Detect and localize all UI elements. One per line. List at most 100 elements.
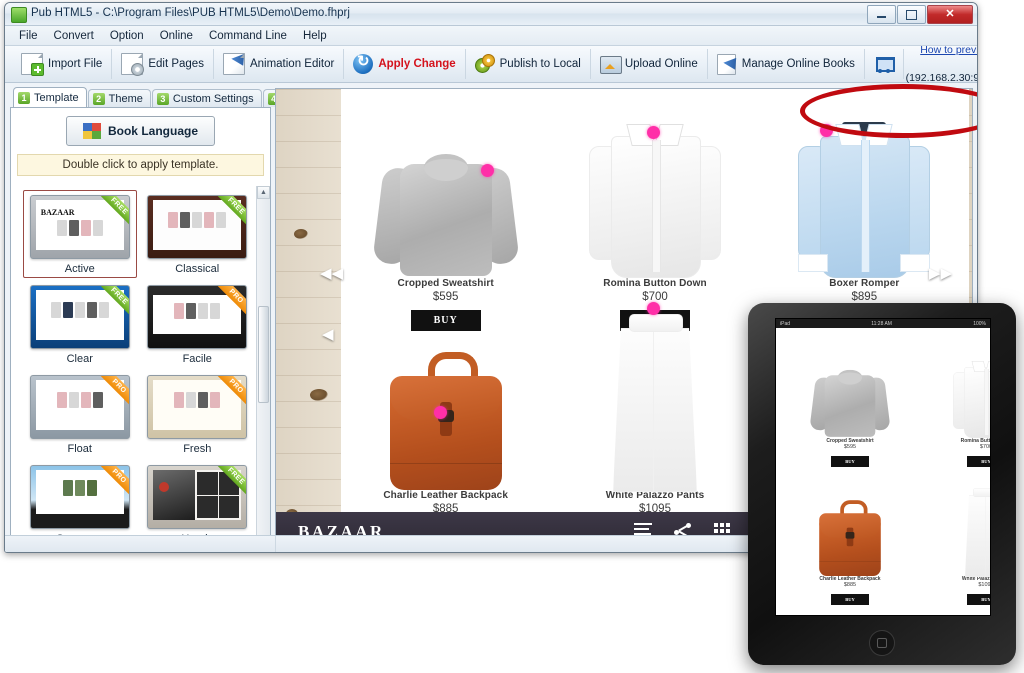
tab-template-label: Template (34, 91, 79, 104)
ipad-status-left: iPad (780, 320, 791, 327)
toolbar-right-group: How to preview in iPad (192.168.2.30:909… (904, 43, 977, 86)
template-item-facile[interactable]: PRO Facile (141, 280, 255, 368)
menu-bar: File Convert Option Online Command Line … (5, 26, 977, 46)
tab-theme[interactable]: 2 Theme (87, 89, 151, 107)
ipad-product-price: $595 (843, 444, 857, 450)
scrollbar-thumb[interactable] (258, 306, 269, 403)
shopping-cart-icon (874, 55, 895, 73)
product-card-romina-button-down[interactable]: Romina Button Down $700 BUY (550, 99, 759, 331)
close-button[interactable]: ✕ (927, 5, 973, 24)
ipad-status-bar: iPad 11:28 AM 100% (776, 319, 990, 328)
template-item-active[interactable]: BAZAAR FREE Active (23, 190, 137, 278)
ipad-device-mockup: iPad 11:28 AM 100% Cropped Sweatshirt $5… (748, 303, 1016, 665)
import-file-button[interactable]: Import File (12, 49, 113, 79)
hotspot-dot[interactable] (646, 126, 660, 139)
backpack-graphic (384, 350, 508, 490)
ipad-product-cropped-sweatshirt[interactable]: Cropped Sweatshirt $595 BUY (780, 334, 920, 472)
tab-template[interactable]: 1 Template (13, 87, 87, 107)
template-thumbnail: BAZAAR FREE (29, 195, 130, 259)
ipad-product-price: $885 (843, 582, 857, 588)
tab-template-number: 1 (18, 91, 30, 104)
ipad-home-button[interactable] (869, 630, 895, 656)
product-grid-row1: Cropped Sweatshirt $595 BUY Romina Butto… (341, 99, 969, 331)
ipad-product-price: $1095 (978, 582, 991, 588)
shirt-graphic (953, 359, 990, 438)
book-language-label: Book Language (107, 124, 198, 138)
next-page-button[interactable]: ▶▶ (929, 264, 952, 282)
animation-editor-icon (222, 53, 245, 75)
product-card-cropped-sweatshirt[interactable]: Cropped Sweatshirt $595 BUY (341, 99, 550, 331)
animation-editor-button[interactable]: Animation Editor (214, 49, 345, 79)
apply-change-icon (353, 52, 374, 74)
edit-pages-icon (121, 53, 145, 76)
menu-help[interactable]: Help (295, 28, 335, 44)
prev-page-arrow-small[interactable]: ◀ (322, 325, 334, 343)
flag-icon (82, 123, 101, 139)
template-name: Clear (66, 353, 93, 365)
edit-pages-label: Edit Pages (148, 58, 204, 70)
pants-graphic (607, 302, 703, 492)
template-thumbnail: FREE (147, 195, 248, 259)
maximize-button[interactable] (897, 5, 926, 24)
ipad-buy-button[interactable]: BUY (831, 594, 869, 605)
ipad-status-right: 100% (973, 320, 986, 327)
tab-custom-settings[interactable]: 3 Custom Settings (151, 89, 262, 107)
template-item-float[interactable]: PRO Float (23, 370, 137, 458)
ipad-product-image (920, 472, 990, 577)
ipad-product-white-palazzo-pants[interactable]: White Palazzo Pants $1095 BUY (920, 472, 991, 610)
product-card-charlie-leather-backpack[interactable]: Charlie Leather Backpack $885 BUY (341, 311, 550, 543)
ipad-product-grid: Cropped Sweatshirt $595 BUY Romina Butto… (776, 328, 990, 610)
window-controls: ✕ (867, 5, 973, 24)
product-card-boxer-romper[interactable]: Boxer Romper $895 BUY (760, 99, 969, 331)
product-image (760, 103, 969, 278)
scroll-up-icon[interactable]: ▲ (257, 186, 270, 199)
hotspot-dot[interactable] (480, 164, 494, 177)
ipad-product-romina-button-down[interactable]: Romina Button Down $700 BUY (920, 334, 990, 472)
shopping-cart-button[interactable] (865, 49, 904, 79)
publish-local-icon (474, 54, 495, 74)
menu-online[interactable]: Online (152, 28, 201, 44)
hotspot-dot[interactable] (433, 406, 447, 419)
template-item-classical[interactable]: FREE Classical (141, 190, 255, 278)
apply-change-button[interactable]: Apply Change (344, 49, 466, 79)
template-item-clear[interactable]: FREE Clear (23, 280, 137, 368)
hotspot-dot[interactable] (646, 302, 660, 315)
menu-option[interactable]: Option (102, 28, 152, 44)
ipad-buy-button[interactable]: BUY (831, 456, 869, 467)
close-icon: ✕ (945, 8, 955, 20)
upload-online-button[interactable]: Upload Online (591, 49, 708, 79)
product-image (341, 315, 550, 490)
template-name: Active (64, 263, 95, 275)
sweater-graphic (371, 146, 520, 278)
animation-editor-label: Animation Editor (249, 58, 335, 70)
template-scrollbar[interactable]: ▲ ▼ (256, 186, 270, 552)
import-file-label: Import File (48, 58, 103, 70)
manage-books-icon (716, 54, 737, 75)
template-name: Fresh (183, 443, 212, 455)
ipad-product-image (780, 472, 920, 576)
shirt-graphic (588, 120, 721, 278)
product-card-white-palazzo-pants[interactable]: White Palazzo Pants $1095 BUY (550, 302, 759, 543)
template-thumbnail: PRO (147, 285, 248, 349)
prev-page-button[interactable]: ◀◀ (320, 264, 343, 282)
template-grid: BAZAAR FREE Active FREE Classical FREE C… (11, 186, 270, 552)
blue-shirt-graphic (798, 120, 931, 278)
ipad-buy-button[interactable]: BUY (967, 594, 990, 605)
menu-convert[interactable]: Convert (46, 28, 102, 44)
publish-to-local-button[interactable]: Publish to Local (466, 49, 591, 79)
template-item-fresh[interactable]: PRO Fresh (141, 370, 255, 458)
edit-pages-button[interactable]: Edit Pages (112, 49, 214, 79)
manage-online-books-button[interactable]: Manage Online Books (708, 49, 865, 79)
how-to-preview-in-ipad-link[interactable]: How to preview in iPad (904, 43, 977, 71)
menu-file[interactable]: File (11, 28, 46, 44)
ipad-product-charlie-leather-backpack[interactable]: Charlie Leather Backpack $885 BUY (780, 472, 920, 610)
import-file-icon (21, 53, 44, 76)
app-icon (11, 7, 27, 23)
product-name: Cropped Sweatshirt (397, 278, 494, 289)
minimize-button[interactable] (867, 5, 896, 24)
screen-root: Pub HTML5 - C:\Program Files\PUB HTML5\D… (0, 0, 1024, 673)
publish-to-local-label: Publish to Local (499, 58, 581, 70)
ipad-buy-button[interactable]: BUY (967, 456, 990, 467)
menu-command-line[interactable]: Command Line (201, 28, 295, 44)
book-language-button[interactable]: Book Language (65, 116, 215, 146)
